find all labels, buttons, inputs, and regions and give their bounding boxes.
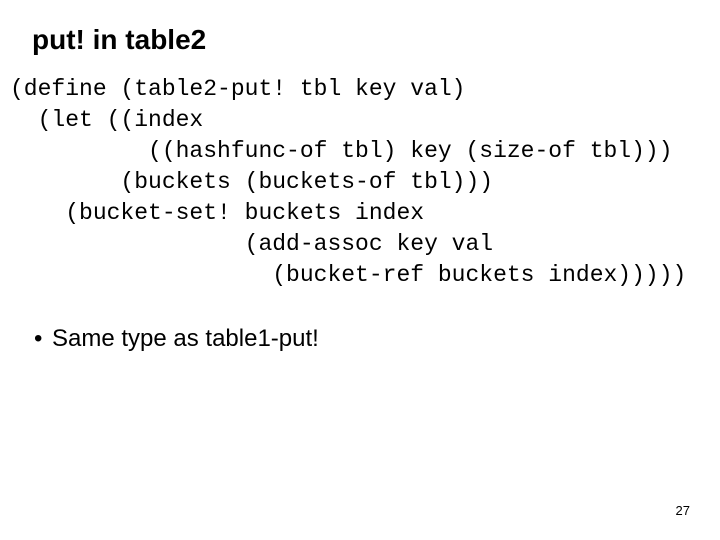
slide: put! in table2 (define (table2-put! tbl … (0, 0, 720, 540)
bullet-text: Same type as table1-put! (52, 325, 319, 352)
code-line: (bucket-set! buckets index (10, 200, 424, 226)
bullet-item: Same type as table1-put! (52, 325, 710, 353)
code-line: (let ((index (10, 107, 203, 133)
slide-title: put! in table2 (32, 24, 710, 56)
code-line: ((hashfunc-of tbl) key (size-of tbl))) (10, 138, 673, 164)
code-line: (add-assoc key val (10, 231, 493, 257)
code-block: (define (table2-put! tbl key val) (let (… (10, 74, 710, 291)
bullet-list: Same type as table1-put! (52, 325, 710, 353)
code-line: (bucket-ref buckets index))))) (10, 262, 686, 288)
page-number: 27 (676, 503, 690, 518)
code-line: (buckets (buckets-of tbl))) (10, 169, 493, 195)
code-line: (define (table2-put! tbl key val) (10, 76, 465, 102)
